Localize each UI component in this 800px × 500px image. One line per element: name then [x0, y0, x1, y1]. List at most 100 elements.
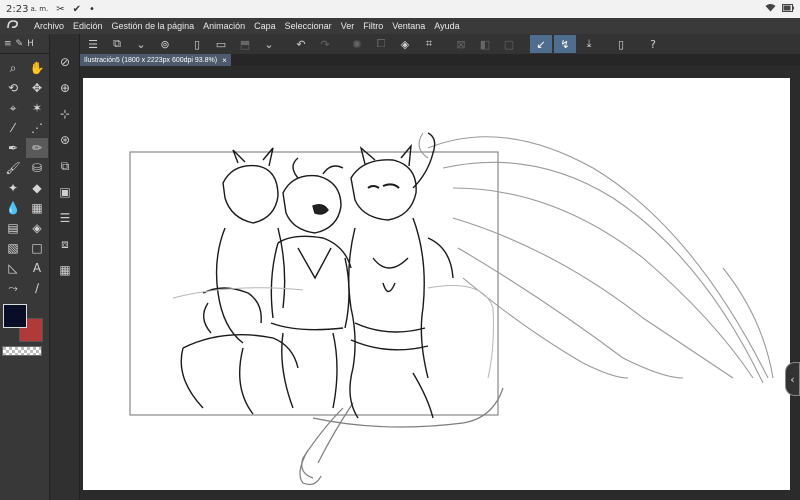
tool-panel-tabs: ≡ ✎ H — [0, 34, 49, 54]
menu-filtro[interactable]: Filtro — [363, 21, 383, 31]
pencil-tool-icon[interactable]: ✏ — [26, 138, 48, 158]
layer-property-icon[interactable]: ▣ — [50, 180, 80, 204]
line-tool-icon[interactable]: ∕ — [26, 278, 48, 298]
crop-frame — [129, 151, 499, 416]
panel-expand-handle[interactable]: ‹ — [785, 362, 800, 396]
layer-stack-icon[interactable]: ☰ — [50, 206, 80, 230]
fill-bucket-icon[interactable]: ◈ — [394, 35, 416, 53]
hand-tool-icon[interactable]: ✋ — [26, 58, 48, 78]
layer-add-icon[interactable]: ⊕ — [50, 76, 80, 100]
open-folder-icon[interactable]: ▭ — [210, 35, 232, 53]
figure-tool-icon[interactable]: □ — [26, 238, 48, 258]
menu-seleccionar[interactable]: Seleccionar — [285, 21, 332, 31]
menu-gestion-pagina[interactable]: Gestión de la página — [112, 21, 195, 31]
canvas-area[interactable] — [80, 66, 800, 500]
tool-grid: ⌕ ✋ ⟲ ✥ ⌖ ✶ ⁄ ⋰ ✒ ✏ 🖌 ⛁ ✦ ◆ 💧 ▦ ▤ ◈ ▧ □ … — [0, 54, 49, 302]
transparent-color-swatch[interactable] — [2, 346, 42, 356]
command-bar: ☰ ⧉ ⌄ ⊚ ▯ ▭ ⬒ ⌄ ↶ ↷ ✺ ⧠ ◈ ⌗ ⊠ ◧ ▢ ↙ ↯ ⤓ … — [80, 34, 800, 54]
crop-icon[interactable]: ⌗ — [418, 35, 440, 53]
menu-ayuda[interactable]: Ayuda — [434, 21, 459, 31]
frame-tool-icon[interactable]: ▤ — [2, 218, 24, 238]
redo-icon[interactable]: ↷ — [314, 35, 336, 53]
check-icon: ✔ — [72, 3, 82, 15]
tail-sketch — [299, 387, 504, 486]
brush-tool-icon[interactable]: 🖌 — [2, 158, 24, 178]
undo-icon[interactable]: ↶ — [290, 35, 312, 53]
fill-tool-icon[interactable]: ◈ — [26, 218, 48, 238]
invert-selection-icon[interactable]: ◧ — [474, 35, 496, 53]
move-tool-icon[interactable]: ✥ — [26, 78, 48, 98]
layers-icon[interactable]: ⧈ — [50, 232, 80, 256]
menu-capa[interactable]: Capa — [254, 21, 276, 31]
menu-animacion[interactable]: Animación — [203, 21, 245, 31]
sub-tool-panel: ⊘ ⊕ ⊹ ⊛ ⧉ ▣ ☰ ⧈ ▦ — [50, 34, 80, 500]
tool-panel: ≡ ✎ H ⌕ ✋ ⟲ ✥ ⌖ ✶ ⁄ ⋰ ✒ ✏ 🖌 ⛁ ✦ ◆ 💧 ▦ ▤ … — [0, 34, 50, 500]
sketch-artwork — [129, 132, 774, 486]
rotate-tool-icon[interactable]: ⟲ — [2, 78, 24, 98]
loading-icon[interactable]: ✺ — [346, 35, 368, 53]
menu-ventana[interactable]: Ventana — [392, 21, 425, 31]
menu-edicion[interactable]: Edición — [73, 21, 103, 31]
transform-icon[interactable]: ⧉ — [106, 35, 128, 53]
hamburger-menu-icon[interactable]: ☰ — [82, 35, 104, 53]
airbrush-tool-icon[interactable]: ⛁ — [26, 158, 48, 178]
snap-special-ruler-icon[interactable]: ↯ — [554, 35, 576, 53]
help-icon[interactable]: ? — [642, 35, 664, 53]
pen-tab-icon[interactable]: ✎ — [16, 39, 24, 49]
deselect-icon[interactable]: ⊠ — [450, 35, 472, 53]
couch-sketch — [172, 285, 494, 379]
operation-tool-icon[interactable]: ⌖ — [2, 98, 24, 118]
gradient-tool-icon[interactable]: ▧ — [2, 238, 24, 258]
selection-border-icon[interactable]: ▢ — [498, 35, 520, 53]
pen-tool-icon[interactable]: ✒ — [2, 138, 24, 158]
android-status-bar: 2:23 a. m. ✂ ✔ • — [0, 0, 800, 18]
tool-tab-h[interactable]: H — [27, 39, 34, 49]
character-middle — [270, 157, 352, 409]
eraser-tool-icon[interactable]: ◆ — [26, 178, 48, 198]
material-icon[interactable]: ⧉ — [50, 154, 80, 178]
wifi-icon — [765, 3, 776, 15]
layer-clip-icon[interactable]: ⊛ — [50, 128, 80, 152]
copy-icon[interactable]: ⧠ — [370, 35, 392, 53]
snap-grid-icon[interactable]: ⤓ — [578, 35, 600, 53]
navigator-icon[interactable]: ⊘ — [50, 50, 80, 74]
color-swatches — [2, 304, 48, 344]
selection-pen-icon[interactable]: ⋰ — [26, 118, 48, 138]
chevron-down-icon-2[interactable]: ⌄ — [258, 35, 280, 53]
smartphone-icon[interactable]: ▯ — [610, 35, 632, 53]
document-tab-bar: Ilustración5 (1800 x 2223px 600dpi 93.8%… — [80, 54, 800, 66]
chevron-down-icon[interactable]: ⌄ — [130, 35, 152, 53]
zoom-tool-icon[interactable]: ⌕ — [2, 58, 24, 78]
close-icon[interactable]: × — [222, 56, 227, 65]
blend-tool-icon[interactable]: 💧 — [2, 198, 24, 218]
document-tab[interactable]: Ilustración5 (1800 x 2223px 600dpi 93.8%… — [80, 54, 231, 66]
snap-ruler-icon[interactable]: ↙ — [530, 35, 552, 53]
text-tool-icon[interactable]: A — [26, 258, 48, 278]
status-ampm: a. m. — [30, 5, 49, 13]
new-file-icon[interactable]: ▯ — [186, 35, 208, 53]
canvas-paper[interactable] — [83, 78, 790, 490]
eyedropper-icon[interactable]: ⁄ — [2, 118, 24, 138]
app-logo-icon[interactable] — [6, 19, 24, 34]
layer-move-icon[interactable]: ⊹ — [50, 102, 80, 126]
main-color-swatch[interactable] — [3, 304, 27, 328]
menu-archivo[interactable]: Archivo — [34, 21, 64, 31]
battery-icon — [782, 3, 794, 15]
scissors-icon: ✂ — [56, 3, 65, 15]
character-left — [180, 147, 299, 415]
correct-line-icon[interactable]: ⤳ — [2, 278, 24, 298]
tool-palette-icon[interactable]: ≡ — [4, 39, 12, 49]
menu-bar: Archivo Edición Gestión de la página Ani… — [0, 18, 800, 34]
calendar-grid-icon[interactable]: ▦ — [50, 258, 80, 282]
chevron-left-icon: ‹ — [790, 372, 795, 386]
ruler-tool-icon[interactable]: ◺ — [2, 258, 24, 278]
auto-select-icon[interactable]: ✶ — [26, 98, 48, 118]
app-window: 2:23 a. m. ✂ ✔ • Archivo Edición Gestión… — [0, 0, 800, 500]
menu-ver[interactable]: Ver — [341, 21, 355, 31]
status-time: 2:23 — [6, 3, 29, 15]
decoration-tool-icon[interactable]: ✦ — [2, 178, 24, 198]
save-icon[interactable]: ⬒ — [234, 35, 256, 53]
dot-icon: • — [89, 3, 95, 15]
quick-access-icon[interactable]: ⊚ — [154, 35, 176, 53]
layer-grid-icon[interactable]: ▦ — [26, 198, 48, 218]
